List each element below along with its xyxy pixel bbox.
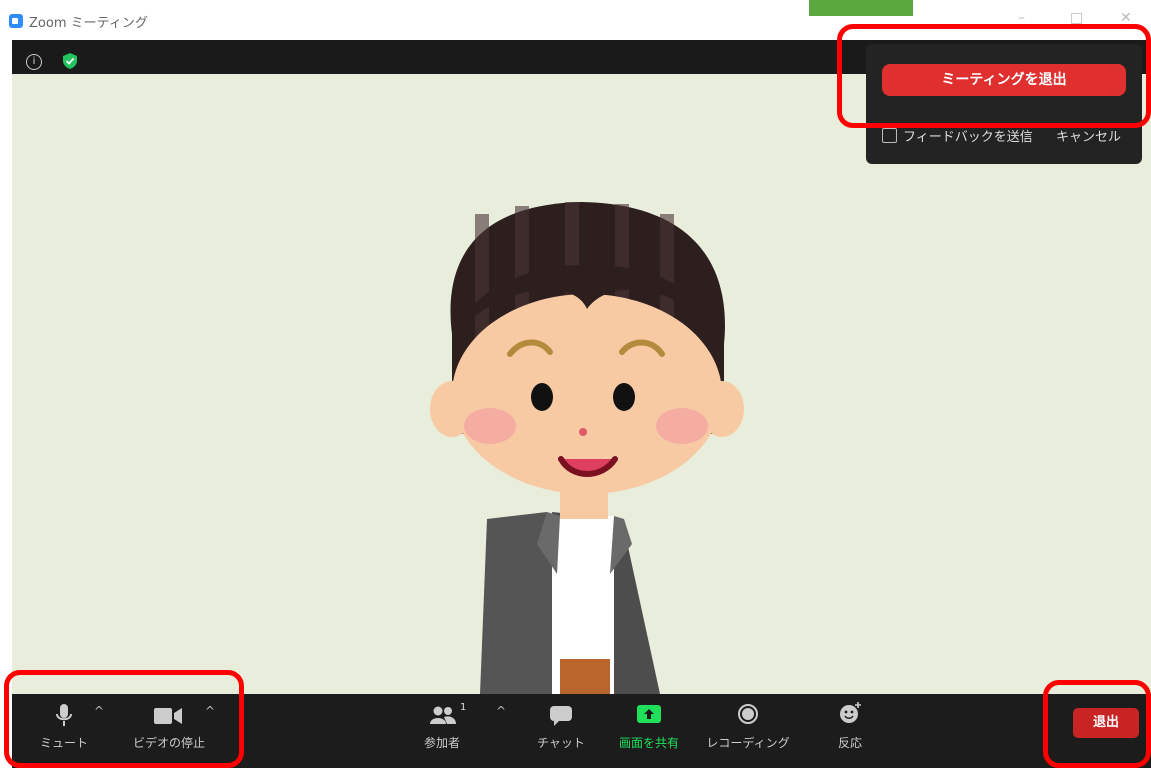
chat-bubble-icon [550,706,572,726]
participants-button[interactable]: 1 参加者 [414,694,470,768]
green-tab-marker [809,0,913,16]
security-shield-icon[interactable] [63,53,77,69]
reactions-button[interactable]: 反応 [830,694,870,768]
chat-button[interactable]: チャット [534,694,588,768]
participants-icon [430,706,456,724]
info-icon[interactable]: i [26,54,42,70]
annotation-highlight-leave-button [1043,680,1151,768]
video-area [12,74,1151,694]
annotation-highlight-mute-video [4,670,244,768]
feedback-option[interactable]: フィードバックを送信 [882,126,1033,145]
reaction-emoji-icon [840,702,861,723]
record-button[interactable]: レコーディング [706,694,790,768]
participants-count: 1 [460,702,467,713]
participants-label: 参加者 [423,736,460,750]
window-title: Zoom ミーティング [29,16,148,31]
cancel-button[interactable]: キャンセル [1056,126,1121,145]
share-screen-label: 画面を共有 [618,736,679,750]
record-label: レコーディング [706,736,790,750]
feedback-label: フィードバックを送信 [903,130,1033,145]
zoom-app-icon [9,14,23,28]
reactions-label: 反応 [837,736,862,750]
participants-options-caret[interactable]: ^ [496,704,506,718]
share-screen-icon [637,705,661,723]
chat-label: チャット [537,736,585,750]
participant-avatar-illustration [430,202,744,694]
share-screen-button[interactable]: 画面を共有 [616,694,682,768]
record-icon [738,704,758,724]
annotation-highlight-leave-popup [837,24,1151,128]
feedback-checkbox[interactable] [882,128,897,143]
